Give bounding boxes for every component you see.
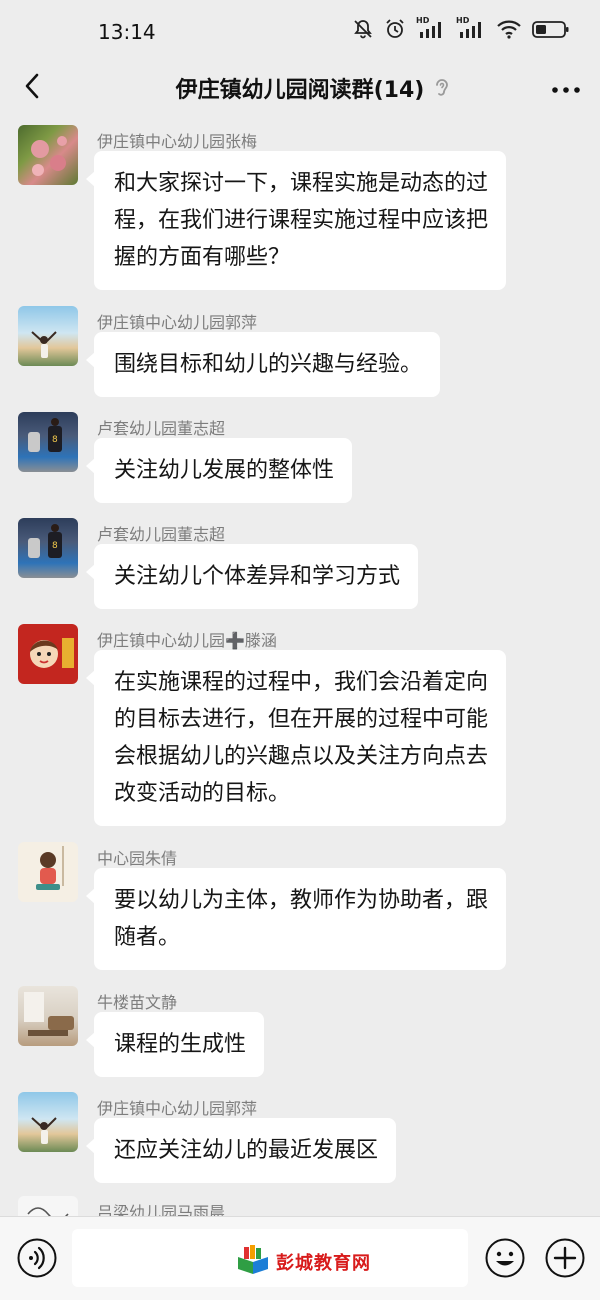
message-bubble[interactable]: 围绕目标和幼儿的兴趣与经验。 [85, 332, 441, 397]
hd-badge: HD [416, 16, 430, 25]
message-bubble[interactable]: 和大家探讨一下，课程实施是动态的过程，在我们进行课程实施过程中应该把握的方面有哪… [86, 151, 506, 290]
hd-badge: HD [456, 16, 470, 25]
watermark-text: 彭城教育网 [276, 1253, 371, 1274]
chat-screen: 13:14 HD HD 伊庄镇幼儿园阅读群(14) 伊庄镇中心幼儿园张梅 和大家… [0, 0, 600, 1300]
message-bubble[interactable]: 要以幼儿为主体，教师作为协助者，跟随者。 [86, 868, 506, 970]
hd-signal-icon: HD [456, 16, 486, 40]
avatar[interactable] [18, 624, 78, 684]
book-logo-icon [234, 1245, 272, 1279]
avatar[interactable] [18, 306, 78, 366]
svg-text:8: 8 [52, 541, 58, 551]
chat-title: 伊庄镇幼儿园阅读群(14) [175, 78, 425, 103]
avatar[interactable] [18, 986, 78, 1046]
status-icons: HD HD [352, 16, 570, 40]
emoji-button[interactable] [484, 1237, 526, 1283]
input-bar: 彭城教育网 [0, 1216, 600, 1300]
sender-name: 伊庄镇中心幼儿园➕滕涵 [97, 631, 277, 650]
nav-bar: 伊庄镇幼儿园阅读群(14) [0, 62, 600, 114]
plus-button[interactable] [544, 1237, 586, 1283]
avatar[interactable] [18, 842, 78, 902]
battery-icon [532, 18, 570, 40]
watermark: 彭城教育网 [234, 1245, 371, 1279]
sender-name: 卢套幼儿园董志超 [97, 525, 226, 544]
hd-signal-icon: HD [416, 16, 446, 40]
sender-name: 中心园朱倩 [97, 849, 178, 868]
voice-icon [16, 1238, 58, 1283]
emoji-icon [484, 1238, 526, 1283]
status-bar: 13:14 HD HD [0, 0, 600, 62]
message-bubble[interactable]: 还应关注幼儿的最近发展区 [85, 1118, 397, 1183]
sender-name: 伊庄镇中心幼儿园郭萍 [97, 313, 258, 332]
more-button[interactable] [546, 70, 586, 106]
avatar[interactable] [18, 1092, 78, 1152]
sender-name: 伊庄镇中心幼儿园郭萍 [97, 1099, 258, 1118]
more-dots-icon [551, 79, 581, 98]
message-input[interactable]: 彭城教育网 [72, 1229, 468, 1287]
wifi-icon [496, 18, 522, 40]
sender-name: 牛楼苗文静 [97, 993, 178, 1012]
earpiece-icon [434, 76, 450, 104]
avatar[interactable]: 8 [18, 518, 78, 578]
message-bubble[interactable]: 课程的生成性 [85, 1012, 265, 1077]
avatar[interactable] [18, 125, 78, 185]
message-bubble[interactable]: 关注幼儿发展的整体性 [85, 438, 353, 503]
plus-icon [544, 1238, 586, 1283]
voice-button[interactable] [16, 1237, 58, 1283]
svg-text:8: 8 [52, 435, 58, 445]
mute-bell-icon [352, 18, 374, 40]
status-time: 13:14 [98, 20, 156, 44]
message-bubble[interactable]: 关注幼儿个体差异和学习方式 [85, 544, 419, 609]
avatar[interactable]: 8 [18, 412, 78, 472]
sender-name: 卢套幼儿园董志超 [97, 419, 226, 438]
message-bubble[interactable]: 在实施课程的过程中，我们会沿着定向的目标去进行，但在开展的过程中可能会根据幼儿的… [86, 650, 506, 826]
alarm-icon [384, 18, 406, 40]
sender-name: 伊庄镇中心幼儿园张梅 [97, 132, 258, 151]
